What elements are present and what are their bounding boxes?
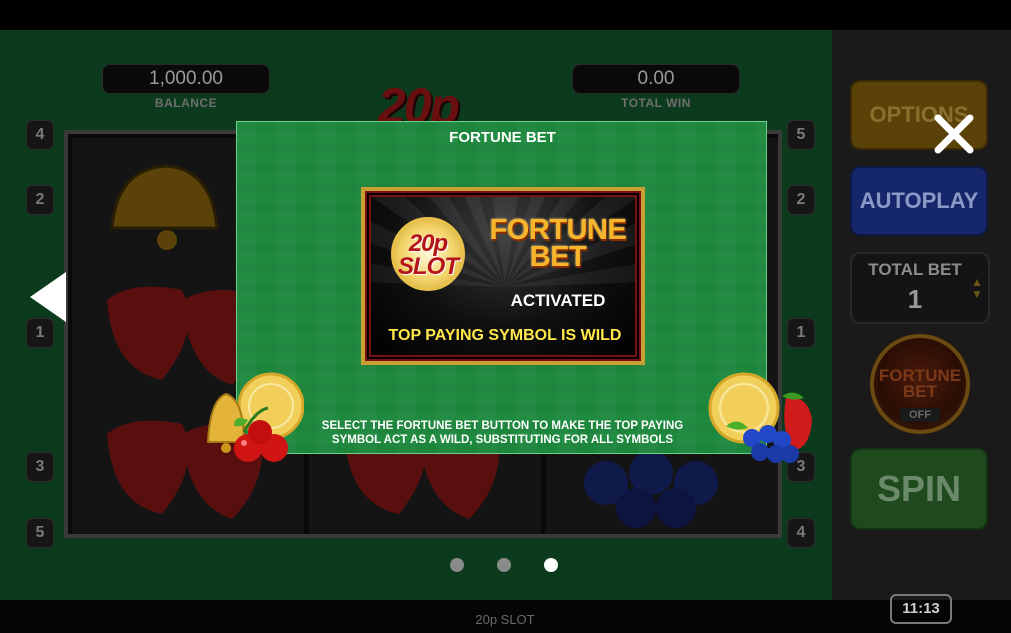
fortune-bet-state: OFF — [900, 408, 940, 422]
card-heading: FORTUNE BET — [489, 214, 627, 273]
payline-marker: 4 — [787, 518, 815, 548]
bell-cherry-chip-icon — [206, 372, 304, 462]
total-bet-label: TOTAL BET — [868, 260, 962, 279]
payline-marker: 5 — [787, 120, 815, 150]
chip-logo-text: 20p SLOT — [398, 230, 459, 280]
berry-chip-icon — [708, 372, 812, 463]
payline-marker: 5 — [26, 518, 54, 548]
spin-button[interactable]: SPIN — [850, 448, 988, 530]
top-bar — [0, 0, 1011, 30]
help-panel-title: FORTUNE BET — [449, 129, 556, 146]
page-dot-3-active[interactable] — [544, 558, 558, 572]
payline-marker: 4 — [26, 120, 54, 150]
fortune-bet-card: 20p SLOT FORTUNE BET ACTIVATED TOP PAYIN… — [361, 187, 645, 365]
total-bet-value: 1 — [907, 284, 923, 314]
bell-symbol-icon — [110, 164, 219, 250]
chip-logo-icon: 20p SLOT — [391, 217, 465, 291]
fortune-bet-button[interactable]: FORTUNE BET OFF — [870, 334, 970, 434]
card-rule: TOP PAYING SYMBOL IS WILD — [388, 327, 622, 344]
payline-marker: 3 — [26, 452, 54, 482]
payline-marker: 1 — [26, 318, 54, 348]
clock: 11:13 — [890, 594, 952, 624]
footer-game-name: 20p SLOT — [475, 612, 535, 627]
payline-marker: 2 — [26, 185, 54, 215]
total-win-label: TOTAL WIN — [621, 96, 691, 110]
game-screen: 1,000.00 BALANCE 20p SLOT 0.00 TOTAL WIN — [0, 0, 1011, 633]
autoplay-button[interactable]: AUTOPLAY — [850, 166, 988, 236]
bet-stepper-icon[interactable]: ▲ ▼ — [970, 276, 984, 312]
left-arrow-icon[interactable] — [30, 272, 66, 322]
help-panel: FORTUNE BET 20p SLOT FORTUNE BET ACTIVAT… — [236, 121, 767, 454]
fortune-bet-button-label: FORTUNE BET — [878, 366, 962, 401]
page-dot-2[interactable] — [497, 558, 511, 572]
payline-marker: 2 — [787, 185, 815, 215]
balance-label: BALANCE — [154, 96, 218, 110]
payline-marker: 1 — [787, 318, 815, 348]
card-status: ACTIVATED — [510, 291, 606, 310]
total-bet-box: TOTAL BET 1 ▲ ▼ — [850, 252, 990, 324]
close-icon[interactable] — [932, 112, 976, 156]
help-description: SELECT THE FORTUNE BET BUTTON TO MAKE TH… — [321, 420, 684, 446]
page-dot-1[interactable] — [450, 558, 464, 572]
fortune-bet-card-inner: 20p SLOT FORTUNE BET ACTIVATED TOP PAYIN… — [369, 195, 637, 357]
balance-display: 1,000.00 — [102, 64, 270, 94]
total-win-display: 0.00 — [572, 64, 740, 94]
